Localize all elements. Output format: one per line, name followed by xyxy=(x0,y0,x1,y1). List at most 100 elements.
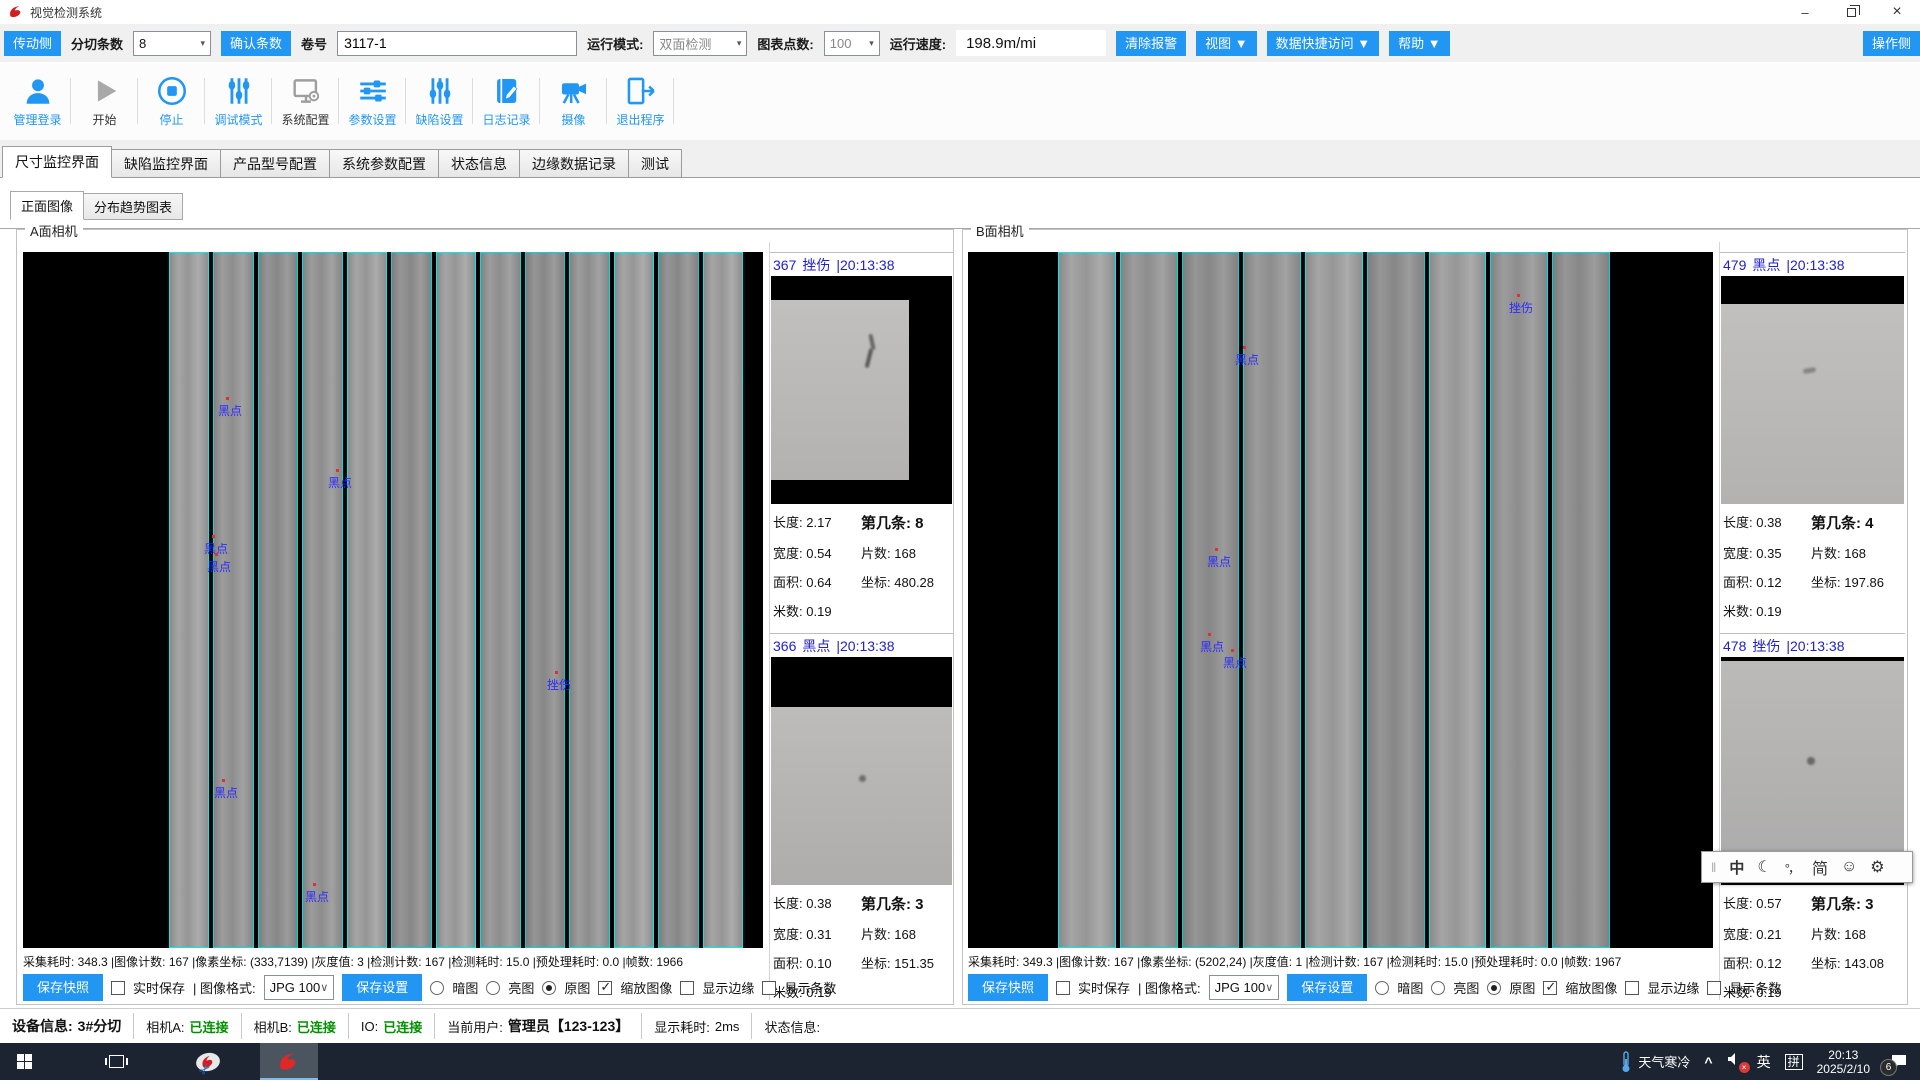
toolbar-item-stop[interactable]: 停止 xyxy=(138,68,205,134)
zoom-image-checkbox[interactable] xyxy=(1543,981,1557,995)
restore-button[interactable] xyxy=(1828,0,1874,24)
fullwidth-moon-icon[interactable]: ☾ xyxy=(1757,857,1771,877)
save-snapshot-button[interactable]: 保存快照 xyxy=(23,974,103,1001)
camera-b-groupbox: B面相机 挫伤黑点黑点黑点黑点 479 黑点 |20:13:38 长度: 0.3… xyxy=(962,229,1908,1005)
log-book-icon xyxy=(490,74,524,108)
show-edge-checkbox[interactable] xyxy=(680,981,694,995)
show-strips-checkbox[interactable] xyxy=(762,981,776,995)
dark-image-radio[interactable] xyxy=(430,981,444,995)
tab-product-model-config[interactable]: 产品型号配置 xyxy=(220,149,330,178)
roll-number-input[interactable] xyxy=(337,31,577,56)
drag-handle-icon[interactable]: ‖ xyxy=(1711,860,1716,875)
toolbar-item-start[interactable]: 开始 xyxy=(71,68,138,134)
film-strip xyxy=(1182,252,1240,948)
bright-image-radio[interactable] xyxy=(1431,981,1445,995)
defect-card[interactable]: 479 黑点 |20:13:38 长度: 0.38 第几条: 4 宽度: 0.3… xyxy=(1720,252,1905,620)
language-indicator[interactable]: 英 xyxy=(1757,1052,1771,1072)
operator-side-button[interactable]: 操作侧 xyxy=(1863,31,1920,56)
mute-x-icon: × xyxy=(1739,1062,1750,1073)
original-image-label: 原图 xyxy=(1509,978,1535,997)
tray-expand-button[interactable]: ^ xyxy=(1704,1054,1712,1070)
original-image-radio[interactable] xyxy=(1487,981,1501,995)
defect-crop-image xyxy=(771,276,952,504)
realtime-save-checkbox[interactable] xyxy=(1056,981,1070,995)
toolbar-item-system-config[interactable]: 系统配置 xyxy=(272,68,339,134)
dark-image-label: 暗图 xyxy=(452,978,478,997)
show-strips-checkbox[interactable] xyxy=(1707,981,1721,995)
defect-stats: 长度: 2.17 第几条: 8 宽度: 0.54 片数: 168 面积: 0.6… xyxy=(771,504,952,620)
film-strip xyxy=(703,252,743,948)
notification-center-button[interactable]: 6 xyxy=(1884,1050,1914,1074)
defect-area: 0.12 xyxy=(1756,575,1781,590)
zoom-image-label: 缩放图像 xyxy=(1565,978,1617,997)
confirm-count-button[interactable]: 确认条数 xyxy=(221,31,291,56)
close-button[interactable]: × xyxy=(1874,0,1920,24)
toolbar-item-defect-settings[interactable]: 缺陷设置 xyxy=(406,68,473,134)
defect-strip-no: 8 xyxy=(915,515,923,532)
film-strip xyxy=(302,252,342,948)
image-format-select[interactable]: JPG 100 ∨ xyxy=(1209,975,1280,1000)
current-user-segment: 当前用户: 管理员【123-123】 xyxy=(435,1013,642,1039)
toolbar-item-log-record[interactable]: 日志记录 xyxy=(473,68,540,134)
weather-tray-item[interactable]: 天气寒冷 xyxy=(1620,1051,1690,1073)
film-strip xyxy=(569,252,609,948)
ime-chinese-mode-button[interactable]: 中 xyxy=(1729,857,1744,878)
original-image-radio[interactable] xyxy=(542,981,556,995)
task-view-button[interactable] xyxy=(92,1043,140,1080)
toolbar-item-parameter-settings[interactable]: 参数设置 xyxy=(339,68,406,134)
emoji-button[interactable]: ☺ xyxy=(1841,858,1857,876)
taskbar-app-snip[interactable]: ✂ xyxy=(184,1043,232,1080)
defect-card[interactable]: 478 挫伤 |20:13:38 长度: 0.57 第几条: 3 宽度: 0.2… xyxy=(1720,633,1905,1001)
tab-edge-data-record[interactable]: 边缘数据记录 xyxy=(519,149,629,178)
volume-muted-button[interactable]: × xyxy=(1727,1052,1743,1071)
defect-annotation: 挫伤 xyxy=(547,676,571,693)
run-mode-select[interactable]: 双面检测 ▾ xyxy=(653,31,747,56)
toolbar-item-admin-login[interactable]: 管理登录 xyxy=(4,68,71,134)
defect-pieces: 168 xyxy=(1844,546,1866,561)
realtime-save-checkbox[interactable] xyxy=(111,981,125,995)
taskbar-clock[interactable]: 20:13 2025/2/10 xyxy=(1817,1048,1870,1076)
device-value: 3#分切 xyxy=(78,1016,122,1036)
defect-coord: 197.86 xyxy=(1844,575,1884,590)
dark-image-radio[interactable] xyxy=(1375,981,1389,995)
clear-alarm-button[interactable]: 清除报警 xyxy=(1116,31,1186,56)
simplified-charset-button[interactable]: 简 xyxy=(1812,855,1828,879)
save-snapshot-button[interactable]: 保存快照 xyxy=(968,974,1048,1001)
minimize-button[interactable]: – xyxy=(1782,0,1828,24)
ime-settings-gear-icon[interactable]: ⚙ xyxy=(1870,857,1884,877)
show-edge-checkbox[interactable] xyxy=(1625,981,1639,995)
slit-count-select[interactable]: 8 ▾ xyxy=(133,31,211,56)
save-settings-button[interactable]: 保存设置 xyxy=(1287,974,1367,1001)
sub-tab-strip: 正面图像 分布趋势图表 xyxy=(10,191,1920,220)
tab-system-parameter-config[interactable]: 系统参数配置 xyxy=(329,149,439,178)
defect-card[interactable]: 366 黑点 |20:13:38 长度: 0.38 第几条: 3 宽度: 0.3… xyxy=(770,633,953,1001)
bright-image-radio[interactable] xyxy=(486,981,500,995)
zoom-image-checkbox[interactable] xyxy=(598,981,612,995)
save-settings-button[interactable]: 保存设置 xyxy=(342,974,422,1001)
defect-card[interactable]: 367 挫伤 |20:13:38 长度: 2.17 第几条: 8 宽度: 0.5… xyxy=(770,252,953,620)
camera-a-live-image: 黑点黑点黑点黑点挫伤黑点黑点 xyxy=(23,252,763,948)
tab-defect-monitor[interactable]: 缺陷监控界面 xyxy=(111,149,221,178)
taskbar-app-vision-system[interactable] xyxy=(260,1043,318,1080)
camera-a-status-line: 采集耗时: 348.3 |图像计数: 167 |像素坐标: (333,7139)… xyxy=(23,953,763,970)
toolbar-item-capture[interactable]: 摄像 xyxy=(540,68,607,134)
tab-test[interactable]: 测试 xyxy=(628,149,682,178)
drive-side-button[interactable]: 传动侧 xyxy=(4,31,61,56)
punctuation-mode-button[interactable]: °， xyxy=(1785,858,1799,877)
defect-header: 366 黑点 |20:13:38 xyxy=(771,636,952,656)
chevron-down-icon: ▾ xyxy=(195,38,206,49)
subtab-distribution-trend-chart[interactable]: 分布趋势图表 xyxy=(83,193,183,220)
tab-size-monitor[interactable]: 尺寸监控界面 xyxy=(2,146,112,178)
image-format-select[interactable]: JPG 100 ∨ xyxy=(264,975,335,1000)
tab-status-info[interactable]: 状态信息 xyxy=(438,149,520,178)
subtab-front-image[interactable]: 正面图像 xyxy=(10,191,84,220)
chart-points-select[interactable]: 100 ▾ xyxy=(824,31,880,56)
ime-indicator[interactable]: 拼 xyxy=(1785,1054,1803,1070)
view-menu-button[interactable]: 视图 ▼ xyxy=(1196,31,1256,56)
start-button[interactable] xyxy=(0,1043,48,1080)
data-quick-access-menu-button[interactable]: 数据快捷访问 ▼ xyxy=(1267,31,1379,56)
app-logo-icon xyxy=(8,4,24,20)
help-menu-button[interactable]: 帮助 ▼ xyxy=(1389,31,1449,56)
toolbar-item-debug-mode[interactable]: 调试模式 xyxy=(205,68,272,134)
toolbar-item-exit-program[interactable]: 退出程序 xyxy=(607,68,674,134)
